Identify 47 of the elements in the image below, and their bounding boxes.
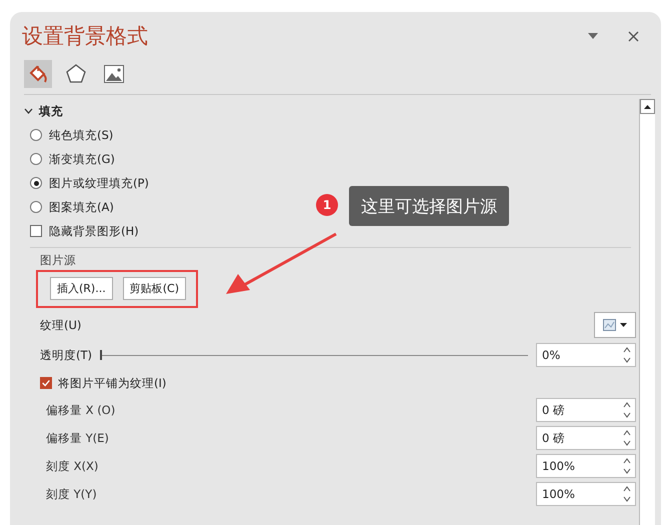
option-label: 图片或纹理填充(P) — [49, 176, 149, 190]
texture-icon — [603, 319, 616, 331]
spin-field[interactable]: 0 磅 — [536, 398, 636, 422]
pentagon-icon — [65, 63, 87, 85]
checkbox[interactable] — [40, 377, 52, 389]
field-label: 偏移量 X (O) — [46, 402, 116, 418]
source-button[interactable]: 剪贴板(C) — [122, 277, 186, 300]
checkbox-label: 隐藏背景图形(H) — [49, 224, 139, 238]
field-label: 刻度 Y(Y) — [46, 486, 97, 502]
spinner-arrows-icon — [623, 401, 631, 419]
field-label: 刻度 X(X) — [46, 458, 98, 474]
spinner-arrows-icon — [623, 429, 631, 447]
spinner-arrows-icon — [623, 346, 631, 364]
section-title: 填充 — [39, 104, 63, 118]
format-tab[interactable] — [24, 60, 52, 88]
paint-bucket-icon — [27, 63, 49, 85]
slider-label: 透明度(T) — [40, 348, 92, 362]
spin-field[interactable]: 100% — [536, 454, 636, 478]
spin-field[interactable]: 0 磅 — [536, 426, 636, 450]
section-header[interactable]: 填充 — [24, 99, 639, 123]
radio-button[interactable] — [30, 201, 42, 213]
caret-icon — [620, 323, 627, 327]
field-label: 偏移量 Y(E) — [46, 430, 109, 446]
source-button[interactable]: 插入(R)... — [50, 277, 113, 300]
radio-button[interactable] — [30, 129, 42, 141]
chevron-down-icon — [24, 108, 33, 114]
up-triangle-icon — [644, 104, 651, 108]
caret-icon — [588, 33, 598, 39]
group-label: 图片源 — [40, 253, 76, 268]
radio-button[interactable] — [30, 177, 42, 189]
pane-title: 设置背景格式 — [22, 23, 149, 50]
checkbox[interactable] — [30, 225, 42, 237]
spinner-arrows-icon — [623, 457, 631, 475]
option-label: 图案填充(A) — [49, 200, 114, 214]
option-label: 纯色填充(S) — [49, 128, 114, 142]
close-icon — [628, 30, 639, 42]
spinner-arrows-icon — [623, 485, 631, 503]
spin-field[interactable]: 0% — [536, 343, 636, 367]
image-icon — [103, 63, 125, 85]
spin-field[interactable]: 100% — [536, 482, 636, 506]
checkbox-label: 将图片平铺为纹理(I) — [58, 376, 166, 390]
callout-tooltip: 这里可选择图片源 — [349, 186, 509, 226]
texture-dropdown[interactable] — [594, 312, 636, 338]
option-label: 渐变填充(G) — [49, 152, 115, 166]
scroll-up-button[interactable] — [640, 99, 655, 114]
texture-label: 纹理(U) — [40, 318, 82, 332]
radio-button[interactable] — [30, 153, 42, 165]
